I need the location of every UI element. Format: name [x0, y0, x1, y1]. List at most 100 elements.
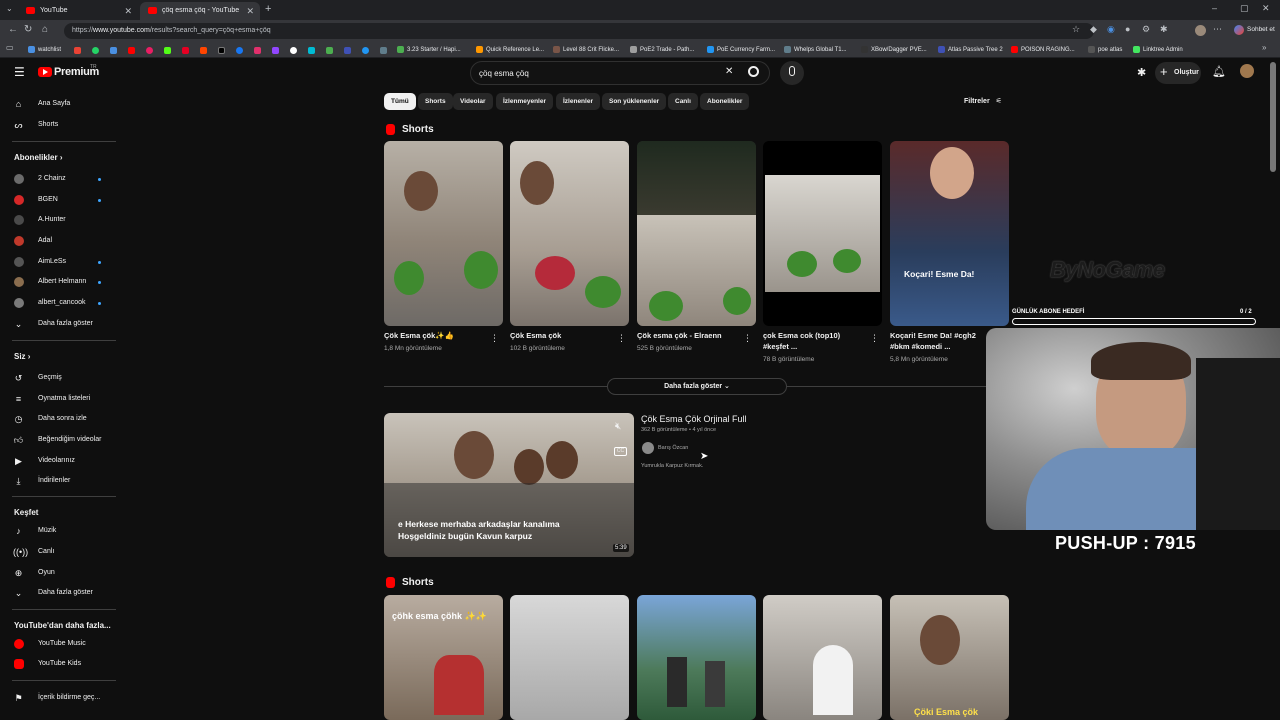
sidebar-item-liked[interactable]: 👍︎ Beğendiğim videolar: [0, 430, 118, 450]
show-more-button[interactable]: Daha fazla göster ⌄: [607, 378, 787, 395]
sidebar-sub-adal[interactable]: Adal: [0, 231, 118, 251]
browser-tab-search[interactable]: çöq esma çöq - YouTube ✕: [140, 2, 260, 20]
sidebar-item-history[interactable]: ↺ Geçmiş: [0, 368, 118, 388]
bookmark-linktree[interactable]: Linktree Admin: [1133, 44, 1183, 56]
sidebar-sub-bgen[interactable]: BGEN: [0, 190, 118, 210]
short-thumbnail-2[interactable]: [510, 141, 629, 326]
you-heading[interactable]: Siz ›: [14, 351, 30, 363]
bookmark-poe2-trade[interactable]: PoE2 Trade - Path...: [630, 44, 694, 56]
bookmark-icon[interactable]: [146, 47, 153, 54]
short-thumbnail-10[interactable]: Çöki Esma çök: [890, 595, 1009, 720]
menu-dots-icon[interactable]: ⋯: [1213, 24, 1222, 35]
reddit-icon[interactable]: [200, 47, 207, 54]
twitch-icon[interactable]: [272, 47, 279, 54]
search-input[interactable]: [479, 67, 719, 80]
short-thumbnail-9[interactable]: [763, 595, 882, 720]
short-thumbnail-4[interactable]: [763, 141, 882, 326]
short-title-4[interactable]: çok Esma cok (top10) #keşfet ...: [763, 330, 863, 352]
bookmark-whelps[interactable]: Whelps Global T1...: [784, 44, 847, 56]
youtube-logo-icon[interactable]: [38, 67, 52, 77]
extension-icon[interactable]: ◉: [1107, 24, 1115, 35]
reload-icon[interactable]: ↻: [24, 24, 32, 35]
x-icon[interactable]: [218, 47, 225, 54]
sidebar-item-home[interactable]: ⌂ Ana Sayfa: [0, 94, 118, 114]
account-avatar[interactable]: [1240, 64, 1254, 78]
short-title-3[interactable]: Çök esma çök - Elraenn: [637, 330, 745, 341]
facebook-icon[interactable]: [236, 47, 243, 54]
sidebar-item-music[interactable]: ♪ Müzik: [0, 521, 118, 541]
whatsapp-icon[interactable]: [92, 47, 99, 54]
video-title[interactable]: Çök Esma Çök Orjinal Full: [641, 414, 747, 424]
extension-puzzle-icon[interactable]: ✱: [1137, 66, 1146, 79]
kick-icon[interactable]: [164, 47, 171, 54]
chip-recently-uploaded[interactable]: Son yüklenenler: [602, 93, 667, 110]
youtube-bookmark-icon[interactable]: [128, 47, 135, 54]
bookmark-icon[interactable]: [326, 47, 333, 54]
more-options-icon[interactable]: ⋮: [743, 333, 752, 344]
minimize-icon[interactable]: –: [1212, 3, 1217, 13]
bookmark-icon[interactable]: [308, 47, 315, 54]
chip-shorts[interactable]: Shorts: [418, 93, 453, 110]
address-bar[interactable]: https://www.youtube.com/results?search_q…: [64, 23, 1094, 39]
bookmark-poe-atlas[interactable]: poe atlas: [1088, 44, 1122, 56]
short-title-2[interactable]: Çök Esma çök: [510, 330, 618, 341]
video-thumbnail[interactable]: 🔇︎ CC e Herkese merhaba arkadaşlar kanal…: [384, 413, 634, 557]
more-options-icon[interactable]: ⋮: [617, 333, 626, 344]
gemini-icon[interactable]: [1234, 25, 1244, 35]
bookmark-poison[interactable]: POISON RAGING...: [1011, 44, 1075, 56]
mute-icon[interactable]: 🔇︎: [615, 421, 621, 432]
bookmark-watchlist[interactable]: watchlist: [28, 44, 61, 56]
short-thumbnail-7[interactable]: [510, 595, 629, 720]
new-tab-icon[interactable]: +: [265, 3, 271, 15]
voice-search-button[interactable]: [780, 61, 804, 85]
bookmark-quick-reference[interactable]: Quick Reference Le...: [476, 44, 544, 56]
browser-tab-youtube[interactable]: YouTube ✕: [18, 2, 138, 20]
short-thumbnail-6[interactable]: çöhk esma çöhk ✨✨: [384, 595, 503, 720]
bookmark-icon[interactable]: [290, 47, 297, 54]
bookmark-icon[interactable]: [380, 47, 387, 54]
sidebar-item-gaming[interactable]: ⊕ Oyun: [0, 563, 118, 583]
page-scrollbar[interactable]: [1270, 62, 1276, 172]
sidebar-sub-aimless[interactable]: AimLeSs: [0, 252, 118, 272]
short-thumbnail-8[interactable]: [637, 595, 756, 720]
more-options-icon[interactable]: ⋮: [490, 333, 499, 344]
close-window-icon[interactable]: ✕: [1262, 3, 1270, 14]
profile-avatar[interactable]: [1195, 25, 1206, 36]
channel-name[interactable]: Barış Özcan: [658, 445, 688, 451]
sidebar-sub-ahunter[interactable]: A.Hunter: [0, 210, 118, 230]
more-bookmarks-icon[interactable]: »: [1262, 43, 1266, 52]
chip-videos[interactable]: Videolar: [453, 93, 493, 110]
sidebar-item-live[interactable]: ((•)) Canlı: [0, 542, 118, 562]
apps-icon[interactable]: ▭: [6, 43, 14, 52]
channel-avatar[interactable]: [642, 442, 654, 454]
bookmark-icon[interactable]: [110, 47, 117, 54]
short-thumbnail-5[interactable]: Koçari! Esme Da!: [890, 141, 1009, 326]
instagram-icon[interactable]: [254, 47, 261, 54]
bookmark-poe-currency[interactable]: PoE Currency Farm...: [707, 44, 775, 56]
extension-icon[interactable]: ●: [1125, 24, 1130, 34]
subscriptions-heading[interactable]: Abonelikler ›: [14, 152, 62, 164]
chip-all[interactable]: Tümü: [384, 93, 416, 110]
sidebar-item-playlists[interactable]: ≡ Oynatma listeleri: [0, 389, 118, 409]
bookmark-icon[interactable]: [344, 47, 351, 54]
extensions-puzzle-icon[interactable]: ✱: [1160, 24, 1168, 35]
extension-icon[interactable]: ⚙: [1142, 24, 1150, 35]
sidebar-item-shorts[interactable]: ᔕ Shorts: [0, 115, 118, 135]
chip-watched[interactable]: İzlenenler: [556, 93, 600, 110]
chip-unwatched[interactable]: İzlenmeyenler: [496, 93, 553, 110]
sidebar-show-more[interactable]: ⌄ Daha fazla göster: [0, 314, 118, 334]
sidebar-item-youtube-music[interactable]: YouTube Music: [0, 634, 118, 654]
short-thumbnail-3[interactable]: [637, 141, 756, 326]
bookmark-level-88[interactable]: Level 88 Crit Flicke...: [553, 44, 619, 56]
clear-search-icon[interactable]: ✕: [725, 66, 733, 77]
closed-captions-icon[interactable]: CC: [614, 447, 627, 456]
short-thumbnail-1[interactable]: [384, 141, 503, 326]
extension-icon[interactable]: ◆: [1090, 24, 1097, 35]
sidebar-item-youtube-kids[interactable]: YouTube Kids: [0, 654, 118, 674]
create-button[interactable]: + Oluştur: [1155, 62, 1201, 84]
sidebar-item-downloads[interactable]: ⤓ İndirilenler: [0, 471, 118, 491]
bookmark-icon[interactable]: [362, 47, 369, 54]
sidebar-explore-more[interactable]: ⌄ Daha fazla göster: [0, 583, 118, 603]
bell-icon[interactable]: 🔔︎: [1212, 65, 1226, 78]
search-icon[interactable]: [748, 66, 759, 77]
